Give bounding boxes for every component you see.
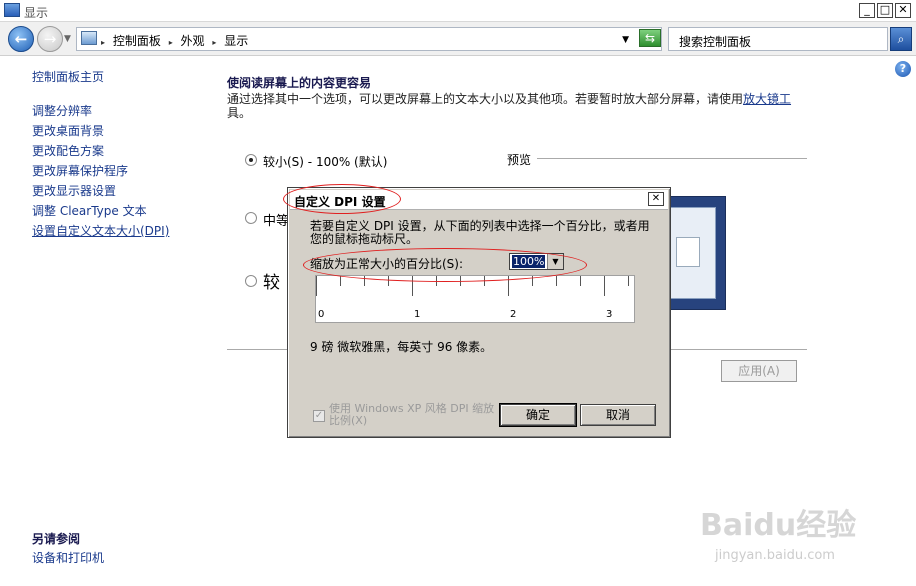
xp-scaling-label[interactable]: 使用 Windows XP 风格 DPI 缩放比例(X) xyxy=(329,403,499,427)
ruler-tick xyxy=(556,276,557,286)
crumb-appearance[interactable]: 外观 xyxy=(181,34,205,48)
dialog-instructions: 若要自定义 DPI 设置，从下面的列表中选择一个百分比，或者用您的鼠标拖动标尺。 xyxy=(310,219,650,246)
display-icon xyxy=(4,3,20,17)
minimize-button[interactable]: _ xyxy=(859,3,875,18)
devices-printers-link[interactable]: 设备和打印机 xyxy=(32,549,104,566)
sidebar: 控制面板主页 调整分辨率 更改桌面背景 更改配色方案 更改屏幕保护程序 更改显示… xyxy=(32,69,202,243)
forward-button[interactable]: → xyxy=(37,26,63,52)
ruler-label: 0 xyxy=(318,309,325,320)
ruler-label: 1 xyxy=(414,309,421,320)
ruler-tick xyxy=(580,276,581,286)
window-title: 显示 xyxy=(24,6,49,20)
close-button[interactable]: ✕ xyxy=(895,3,911,18)
search-input[interactable]: 搜索控制面板 xyxy=(668,27,888,51)
ruler-tick xyxy=(316,276,317,296)
option-medium-label[interactable]: 中等 xyxy=(263,210,289,229)
baidu-watermark: Baidu经验 xyxy=(700,508,857,543)
sidebar-item-custom-dpi[interactable]: 设置自定义文本大小(DPI) xyxy=(32,223,202,243)
chevron-right-icon[interactable]: ▸ xyxy=(169,38,173,47)
ruler-tick xyxy=(628,276,629,286)
description-tail: 具。 xyxy=(227,106,252,120)
option-larger-radio[interactable] xyxy=(245,275,257,287)
address-bar: ← → ▼ ▸ 控制面板 ▸ 外观 ▸ 显示 ▼ ⇆ 搜索控制面板 ⌕ xyxy=(0,22,916,56)
see-also-heading: 另请参阅 xyxy=(32,532,81,546)
chevron-down-icon[interactable]: ▼ xyxy=(622,35,629,45)
sidebar-item-background[interactable]: 更改桌面背景 xyxy=(32,123,202,143)
title-bar: 显示 _ □ ✕ xyxy=(0,0,916,22)
ruler-tick xyxy=(340,276,341,286)
xp-scaling-checkbox[interactable]: ✓ xyxy=(313,410,325,422)
refresh-icon[interactable]: ⇆ xyxy=(639,29,661,47)
baidu-watermark-url: jingyan.baidu.com xyxy=(715,548,835,563)
apply-button[interactable]: 应用(A) xyxy=(721,360,797,382)
breadcrumb: ▸ 控制面板 ▸ 外观 ▸ 显示 xyxy=(101,32,252,49)
page-title: 使阅读屏幕上的内容更容易 xyxy=(227,76,372,90)
dialog-close-icon[interactable]: ✕ xyxy=(648,192,664,206)
sidebar-item-monitor[interactable]: 更改显示器设置 xyxy=(32,183,202,203)
dpi-info-text: 9 磅 微软雅黑，每英寸 96 像素。 xyxy=(310,340,493,354)
sidebar-item-resolution[interactable]: 调整分辨率 xyxy=(32,103,202,123)
annotation-ellipse-title xyxy=(283,184,401,214)
ruler-label: 3 xyxy=(606,309,613,320)
address-field[interactable]: ▸ 控制面板 ▸ 外观 ▸ 显示 ▼ xyxy=(76,27,662,51)
ruler-label: 2 xyxy=(510,309,517,320)
option-larger-label[interactable]: 较 xyxy=(263,268,280,293)
sidebar-item-color-scheme[interactable]: 更改配色方案 xyxy=(32,143,202,163)
custom-dpi-dialog: 自定义 DPI 设置 ✕ 若要自定义 DPI 设置，从下面的列表中选择一个百分比… xyxy=(287,187,671,438)
control-panel-icon xyxy=(81,31,97,45)
search-icon[interactable]: ⌕ xyxy=(890,27,912,51)
option-medium-radio[interactable] xyxy=(245,212,257,224)
help-icon[interactable]: ? xyxy=(895,61,911,77)
sidebar-item-screensaver[interactable]: 更改屏幕保护程序 xyxy=(32,163,202,183)
cancel-button[interactable]: 取消 xyxy=(580,404,656,426)
sidebar-item-cleartype[interactable]: 调整 ClearType 文本 xyxy=(32,203,202,223)
option-smaller-label[interactable]: 较小(S) - 100% (默认) xyxy=(263,153,387,170)
crumb-display[interactable]: 显示 xyxy=(224,34,248,48)
option-smaller-radio[interactable] xyxy=(245,154,257,166)
page-description: 通过选择其中一个选项，可以更改屏幕上的文本大小以及其他项。若要暂时放大部分屏幕，… xyxy=(227,92,793,120)
dpi-ruler[interactable]: 0 1 2 3 xyxy=(315,275,635,323)
history-dropdown-icon[interactable]: ▼ xyxy=(64,34,71,44)
ok-button[interactable]: 确定 xyxy=(499,403,577,427)
maximize-button[interactable]: □ xyxy=(877,3,893,18)
description-text: 通过选择其中一个选项，可以更改屏幕上的文本大小以及其他项。若要暂时放大部分屏幕，… xyxy=(227,92,744,106)
crumb-control-panel[interactable]: 控制面板 xyxy=(113,34,161,48)
sidebar-home-link[interactable]: 控制面板主页 xyxy=(32,69,202,89)
chevron-right-icon[interactable]: ▸ xyxy=(212,38,216,47)
annotation-ellipse-scale xyxy=(303,248,587,282)
magnifier-link[interactable]: 放大镜工 xyxy=(743,92,791,106)
chevron-right-icon[interactable]: ▸ xyxy=(101,38,105,47)
preview-divider xyxy=(537,158,807,159)
ruler-tick xyxy=(604,276,605,296)
preview-inner-window xyxy=(676,237,700,267)
back-button[interactable]: ← xyxy=(8,26,34,52)
preview-label: 预览 xyxy=(507,153,532,167)
